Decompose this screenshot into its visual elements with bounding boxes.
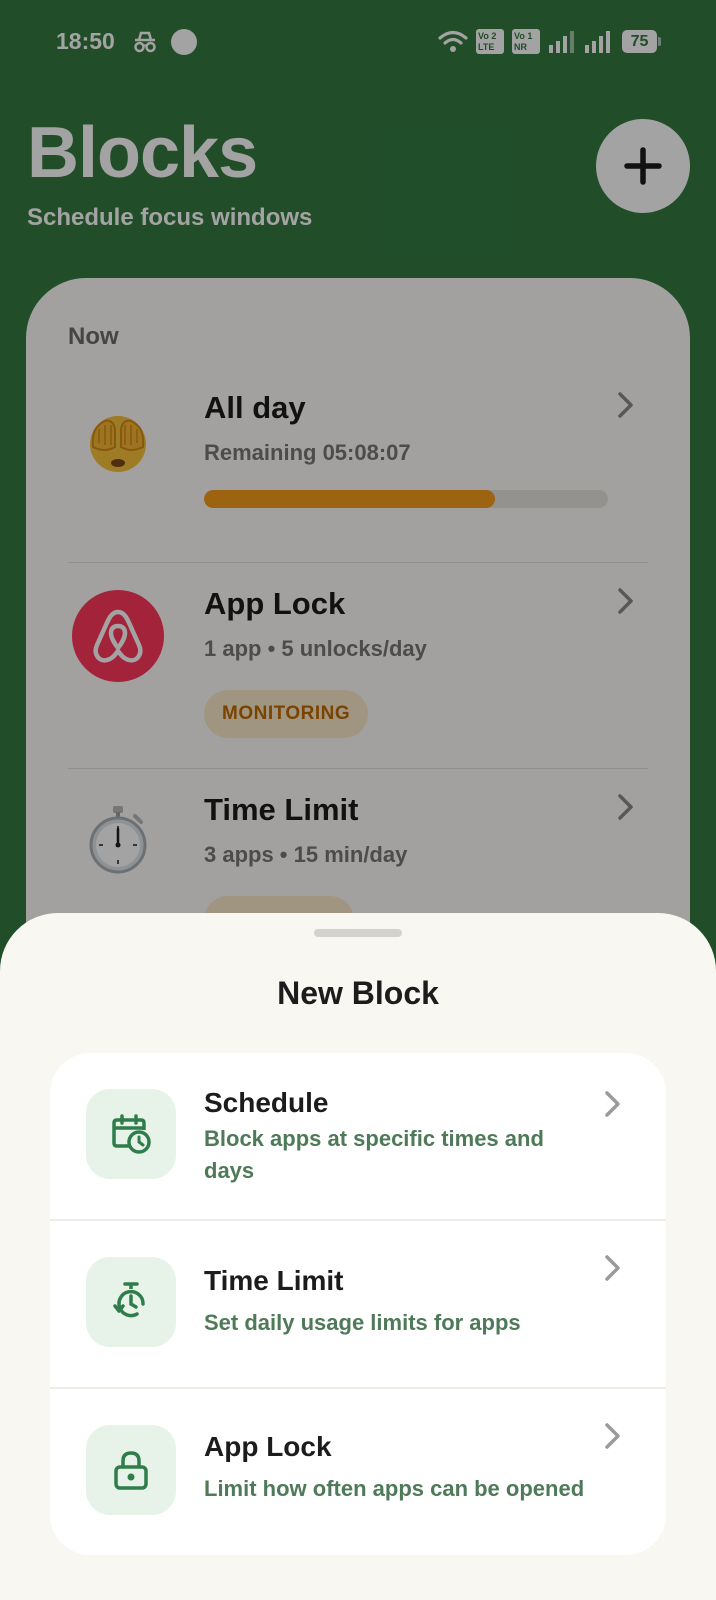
new-block-sheet: New Block Schedule Block apps at specifi… bbox=[0, 913, 716, 1600]
chevron-right-icon bbox=[605, 1255, 620, 1281]
option-time-limit[interactable]: Time Limit Set daily usage limits for ap… bbox=[50, 1219, 666, 1385]
options-card: Schedule Block apps at specific times an… bbox=[50, 1053, 666, 1555]
sheet-title: New Block bbox=[277, 975, 439, 1011]
calendar-clock-icon bbox=[86, 1089, 176, 1179]
lock-icon bbox=[86, 1425, 176, 1515]
timer-icon bbox=[86, 1257, 176, 1347]
chevron-right-icon bbox=[605, 1091, 620, 1117]
option-title: App Lock bbox=[204, 1431, 332, 1462]
drag-handle[interactable] bbox=[314, 929, 402, 937]
option-schedule[interactable]: Schedule Block apps at specific times an… bbox=[50, 1053, 666, 1217]
app-root: 18:50 Vo 2 LTE Vo 1 NR 75 Blocks Schedul… bbox=[0, 0, 716, 1600]
option-title: Schedule bbox=[204, 1087, 329, 1118]
option-app-lock[interactable]: App Lock Limit how often apps can be ope… bbox=[50, 1387, 666, 1555]
chevron-right-icon bbox=[605, 1423, 620, 1449]
option-description: Set daily usage limits for apps bbox=[204, 1310, 521, 1335]
divider bbox=[50, 1387, 666, 1389]
option-description: Limit how often apps can be opened bbox=[204, 1476, 585, 1501]
option-title: Time Limit bbox=[204, 1265, 344, 1296]
divider bbox=[50, 1219, 666, 1221]
option-description: Block apps at specific times and days bbox=[204, 1126, 544, 1183]
